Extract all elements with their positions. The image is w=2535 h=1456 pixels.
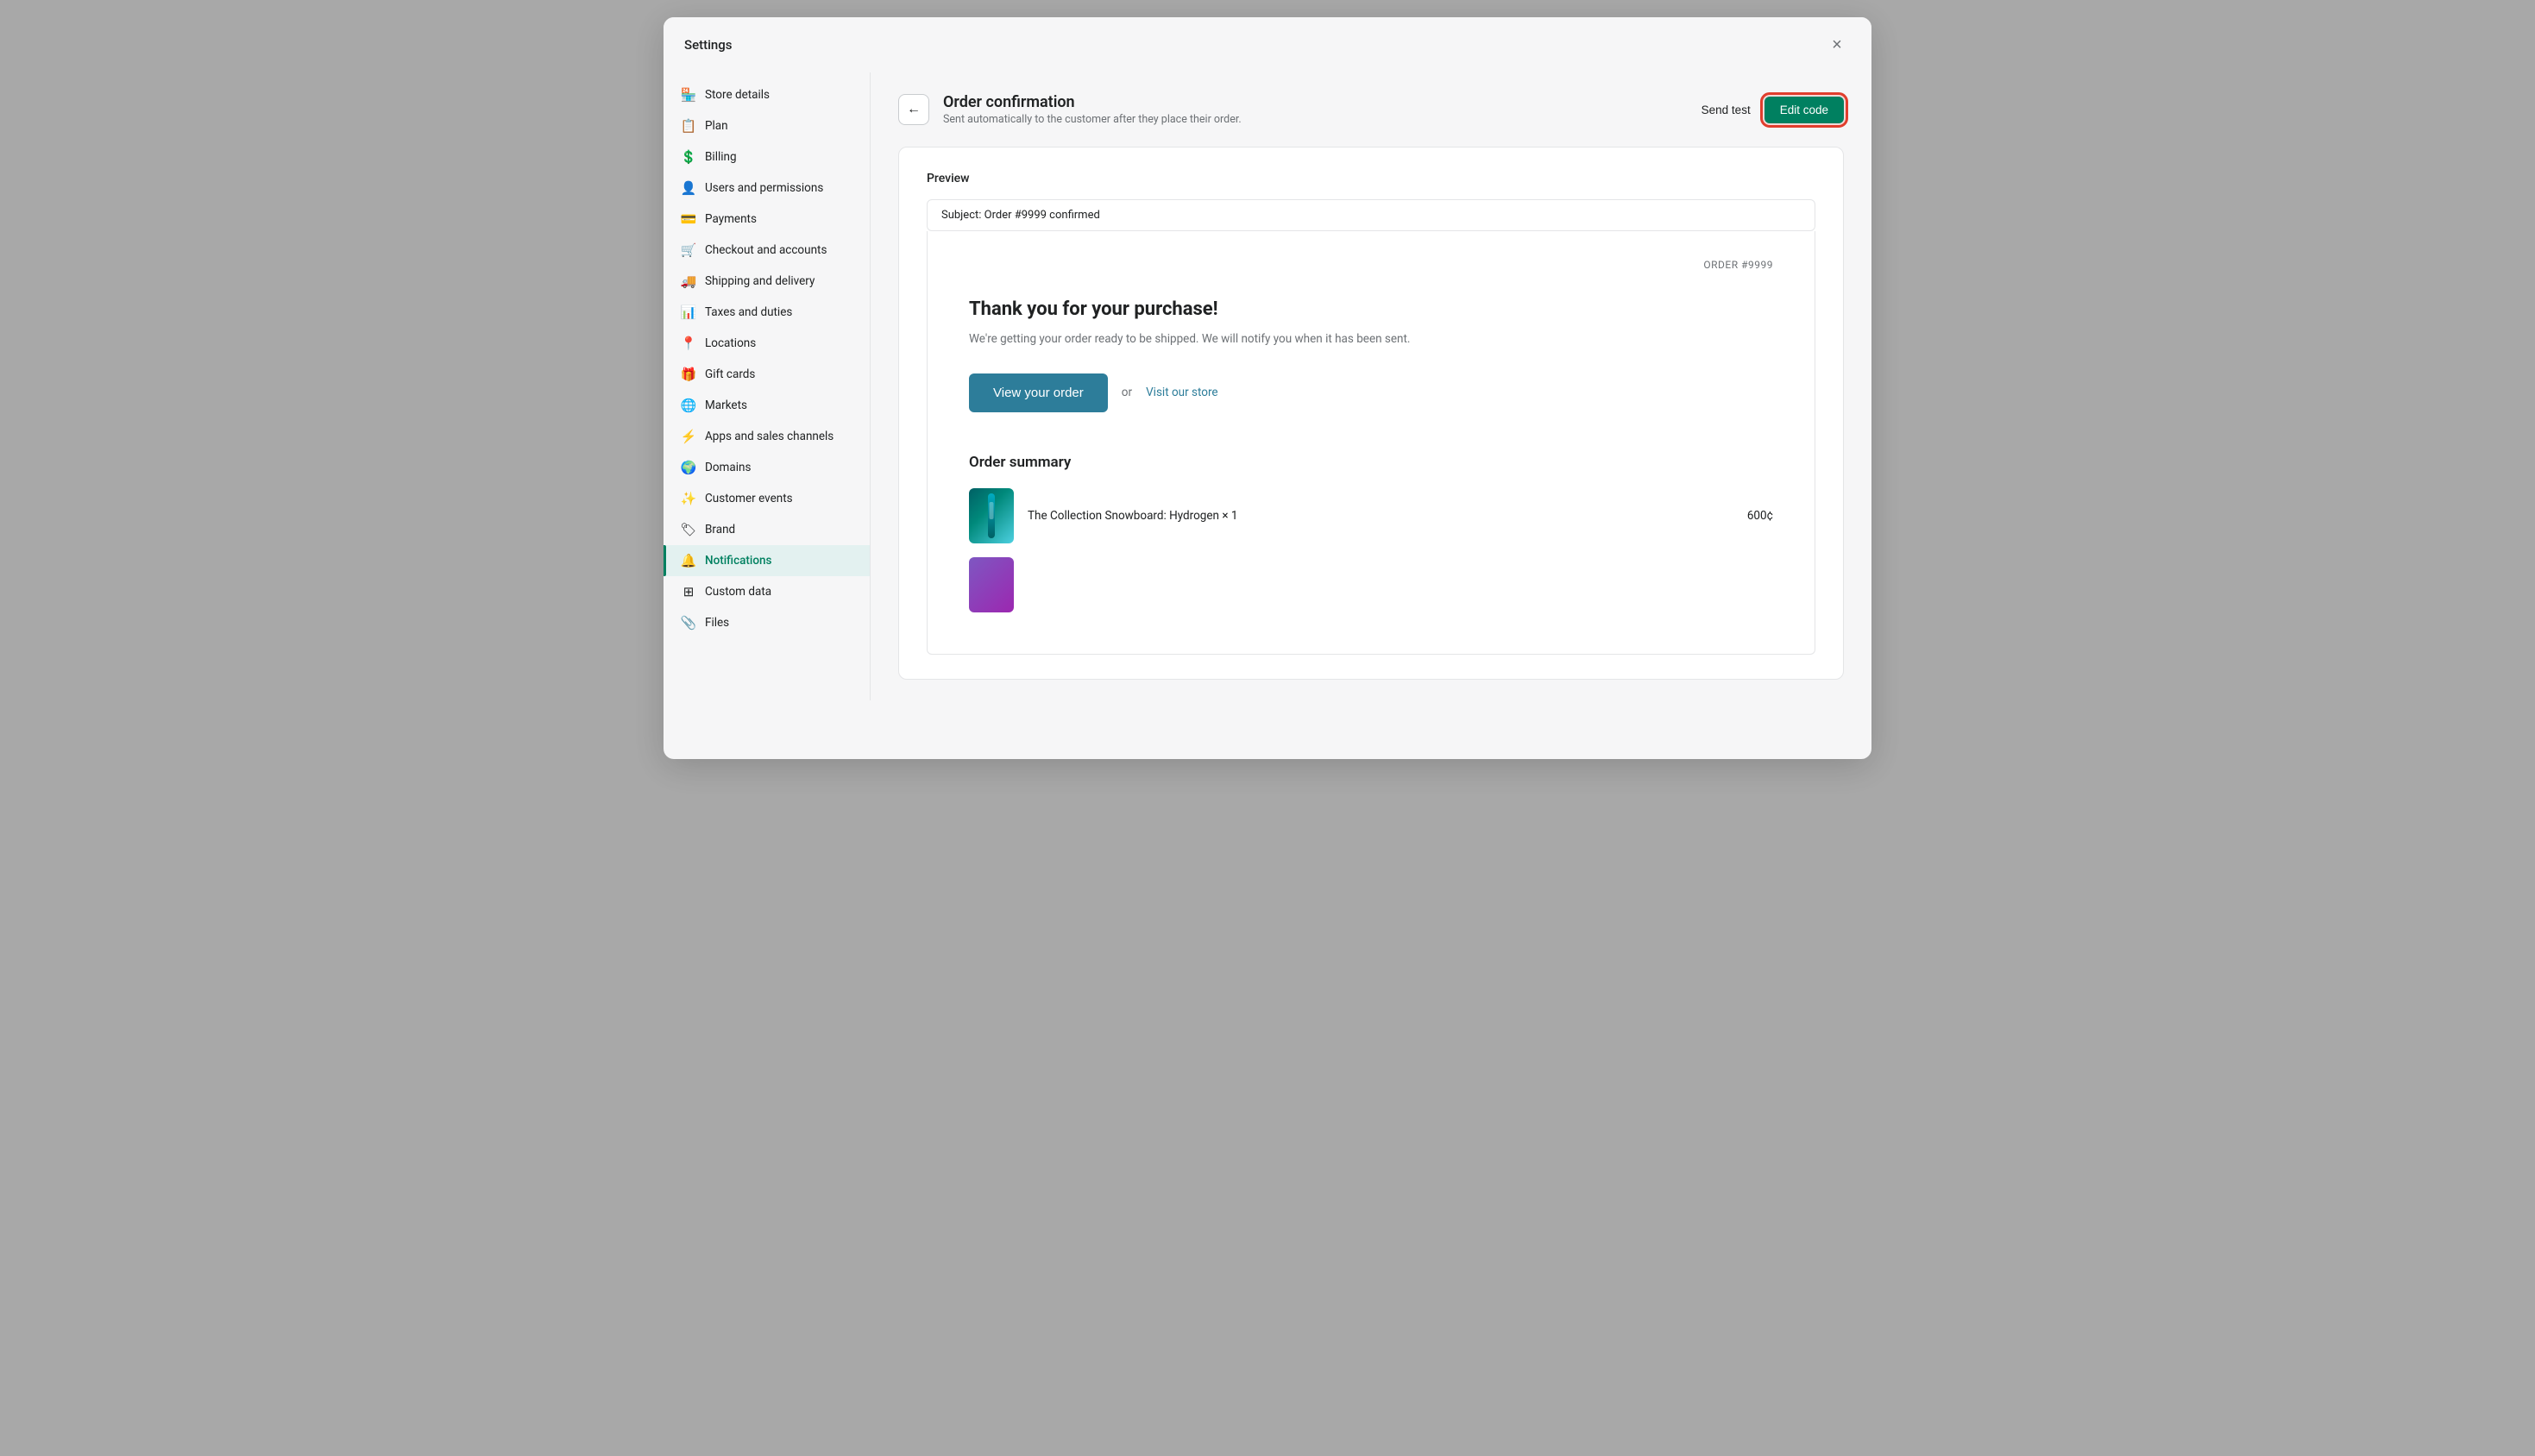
shipping-delivery-label: Shipping and delivery	[705, 274, 815, 288]
apps-sales-channels-icon: ⚡	[681, 429, 696, 444]
email-subject-bar: Subject: Order #9999 confirmed	[927, 199, 1815, 231]
sidebar-item-domains[interactable]: 🌍 Domains	[664, 452, 870, 483]
product-price-1: 600¢	[1747, 509, 1773, 523]
notifications-label: Notifications	[705, 554, 771, 568]
markets-icon: 🌐	[681, 398, 696, 413]
order-summary-title: Order summary	[969, 454, 1773, 471]
locations-label: Locations	[705, 336, 756, 350]
sidebar-item-markets[interactable]: 🌐 Markets	[664, 390, 870, 421]
gift-cards-label: Gift cards	[705, 367, 755, 381]
sidebar-item-files[interactable]: 📎 Files	[664, 607, 870, 638]
locations-icon: 📍	[681, 336, 696, 351]
email-description: We're getting your order ready to be shi…	[969, 330, 1418, 349]
payments-icon: 💳	[681, 211, 696, 227]
payments-label: Payments	[705, 212, 757, 226]
taxes-duties-label: Taxes and duties	[705, 305, 792, 319]
snowboard-bar	[988, 493, 995, 538]
modal-title: Settings	[684, 37, 733, 53]
sidebar-item-users-permissions[interactable]: 👤 Users and permissions	[664, 173, 870, 204]
sidebar-item-plan[interactable]: 📋 Plan	[664, 110, 870, 141]
modal-header: Settings ×	[664, 17, 1871, 72]
sidebar-item-custom-data[interactable]: ⊞ Custom data	[664, 576, 870, 607]
sidebar-item-apps-sales-channels[interactable]: ⚡ Apps and sales channels	[664, 421, 870, 452]
users-permissions-icon: 👤	[681, 180, 696, 196]
modal-overlay: Settings × 🏪 Store details 📋 Plan 💲 Billing 👤 U…	[0, 0, 2535, 1456]
store-details-icon: 🏪	[681, 87, 696, 103]
notifications-icon: 🔔	[681, 553, 696, 568]
sidebar-item-taxes-duties[interactable]: 📊 Taxes and duties	[664, 297, 870, 328]
order-item: The Collection Snowboard: Hydrogen × 1 6…	[969, 488, 1773, 543]
store-details-label: Store details	[705, 88, 770, 102]
main-content: ← Order confirmation Sent automatically …	[871, 72, 1871, 700]
files-icon: 📎	[681, 615, 696, 631]
domains-label: Domains	[705, 461, 751, 474]
custom-data-label: Custom data	[705, 585, 771, 599]
sidebar-item-billing[interactable]: 💲 Billing	[664, 141, 870, 173]
view-order-button[interactable]: View your order	[969, 373, 1108, 412]
plan-icon: 📋	[681, 118, 696, 134]
files-label: Files	[705, 616, 729, 630]
subject-text: Order #9999 confirmed	[984, 209, 1100, 222]
visit-store-link[interactable]: Visit our store	[1146, 386, 1218, 399]
checkout-accounts-label: Checkout and accounts	[705, 243, 827, 257]
gift-cards-icon: 🎁	[681, 367, 696, 382]
checkout-accounts-icon: 🛒	[681, 242, 696, 258]
sidebar-item-notifications[interactable]: 🔔 Notifications	[664, 545, 870, 576]
custom-data-icon: ⊞	[681, 584, 696, 599]
email-actions: View your order or Visit our store	[969, 373, 1773, 412]
apps-sales-channels-label: Apps and sales channels	[705, 430, 833, 443]
brand-icon: 🏷	[681, 522, 696, 537]
domains-icon: 🌍	[681, 460, 696, 475]
order-number: ORDER #9999	[969, 259, 1773, 271]
users-permissions-label: Users and permissions	[705, 181, 823, 195]
taxes-duties-icon: 📊	[681, 304, 696, 320]
sidebar-item-brand[interactable]: 🏷 Brand	[664, 514, 870, 545]
modal-body: 🏪 Store details 📋 Plan 💲 Billing 👤 Users and pe…	[664, 72, 1871, 700]
topbar: ← Order confirmation Sent automatically …	[898, 93, 1844, 126]
thank-you-heading: Thank you for your purchase!	[969, 298, 1773, 320]
back-button[interactable]: ←	[898, 94, 929, 125]
plan-label: Plan	[705, 119, 728, 133]
preview-label: Preview	[927, 172, 1815, 185]
send-test-button[interactable]: Send test	[1702, 104, 1751, 116]
sidebar: 🏪 Store details 📋 Plan 💲 Billing 👤 Users and pe…	[664, 72, 871, 700]
email-body: ORDER #9999 Thank you for your purchase!…	[927, 231, 1815, 655]
topbar-title-block: Order confirmation Sent automatically to…	[943, 93, 1242, 126]
edit-code-button[interactable]: Edit code	[1764, 97, 1844, 123]
sidebar-item-locations[interactable]: 📍 Locations	[664, 328, 870, 359]
brand-label: Brand	[705, 523, 735, 537]
customer-events-icon: ✨	[681, 491, 696, 506]
snowboard-graphic	[969, 488, 1014, 543]
shipping-delivery-icon: 🚚	[681, 273, 696, 289]
sidebar-item-payments[interactable]: 💳 Payments	[664, 204, 870, 235]
or-text: or	[1122, 386, 1132, 399]
topbar-right: Send test Edit code	[1702, 97, 1844, 123]
markets-label: Markets	[705, 399, 747, 412]
sidebar-item-store-details[interactable]: 🏪 Store details	[664, 79, 870, 110]
product-name-1: The Collection Snowboard: Hydrogen × 1	[1028, 509, 1733, 523]
billing-icon: 💲	[681, 149, 696, 165]
sidebar-item-shipping-delivery[interactable]: 🚚 Shipping and delivery	[664, 266, 870, 297]
sidebar-item-customer-events[interactable]: ✨ Customer events	[664, 483, 870, 514]
page-subtitle: Sent automatically to the customer after…	[943, 113, 1242, 126]
topbar-left: ← Order confirmation Sent automatically …	[898, 93, 1242, 126]
order-item-2	[969, 557, 1773, 612]
product-image-2	[969, 557, 1014, 612]
billing-label: Billing	[705, 150, 737, 164]
page-title: Order confirmation	[943, 93, 1242, 111]
preview-card: Preview Subject: Order #9999 confirmed O…	[898, 147, 1844, 680]
settings-modal: Settings × 🏪 Store details 📋 Plan 💲 Billing 👤 U…	[664, 17, 1871, 759]
customer-events-label: Customer events	[705, 492, 793, 505]
close-button[interactable]: ×	[1823, 31, 1851, 59]
sidebar-item-checkout-accounts[interactable]: 🛒 Checkout and accounts	[664, 235, 870, 266]
sidebar-item-gift-cards[interactable]: 🎁 Gift cards	[664, 359, 870, 390]
subject-prefix: Subject:	[941, 209, 981, 222]
product-image-1	[969, 488, 1014, 543]
